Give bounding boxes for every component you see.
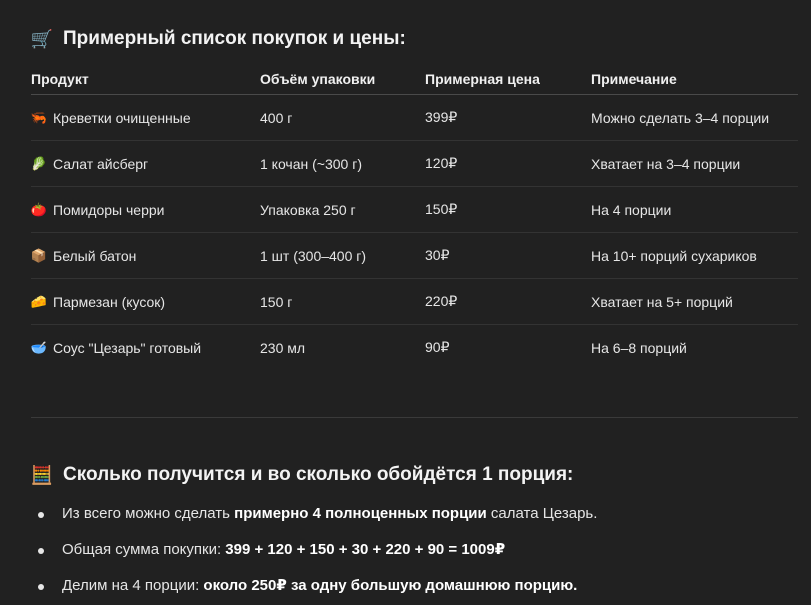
package-size: Упаковка 250 г [260, 186, 425, 233]
section-title: Сколько получится и во сколько обойдётся… [63, 464, 574, 485]
sauce-bowl-icon: 🥣 [30, 340, 48, 355]
table-row: 🦐 Креветки очищенные 400 г 399₽ Можно сде… [30, 94, 798, 141]
product-name: Помидоры черри [53, 202, 165, 218]
shrimp-icon: 🦐 [30, 110, 48, 125]
section-heading-portion-cost: 🧮 Сколько получится и во сколько обойдёт… [30, 464, 574, 486]
lettuce-icon: 🥬 [30, 156, 48, 171]
price: 90₽ [425, 339, 450, 355]
package-size: 400 г [260, 94, 425, 141]
cheese-icon: 🧀 [30, 294, 48, 309]
column-header-package: Объём упаковки [260, 63, 425, 95]
list-item-text: Из всего можно сделать [62, 505, 235, 522]
table-row: 🍅 Помидоры черри Упаковка 250 г 150₽ На 4… [30, 186, 798, 233]
note: Хватает на 3–4 порции [591, 140, 798, 187]
column-header-product: Продукт [31, 63, 260, 95]
abacus-icon: 🧮 [30, 464, 54, 485]
package-icon: 📦 [30, 248, 48, 263]
product-name: Пармезан (кусок) [53, 294, 166, 310]
section-divider [31, 417, 798, 418]
column-header-price: Примерная цена [425, 63, 591, 95]
section-heading-shopping-list: 🛒 Примерный список покупок и цены: [31, 28, 406, 50]
price: 399₽ [425, 94, 591, 141]
chat-message: 🛒 Примерный список покупок и цены: Проду… [0, 0, 811, 605]
list-item-bold: 399 + 120 + 150 + 30 + 220 + 90 = 1009₽ [225, 541, 506, 558]
column-header-note: Примечание [591, 63, 798, 95]
package-size: 150 г [260, 278, 425, 325]
section-title: Примерный список покупок и цены: [63, 28, 406, 49]
table-row: 🥬 Салат айсберг 1 кочан (~300 г) 120₽ Хва… [30, 140, 798, 187]
summary-list: Из всего можно сделать примерно 4 полноц… [31, 502, 597, 605]
package-size: 1 шт (300–400 г) [260, 232, 425, 279]
list-item-text: салата Цезарь. [486, 505, 598, 522]
product-name: Белый батон [53, 248, 137, 264]
package-size: 1 кочан (~300 г) [260, 140, 425, 187]
tomato-icon: 🍅 [30, 202, 48, 217]
list-item-bold: примерно 4 полноценных порции [234, 505, 487, 522]
shopping-cart-icon: 🛒 [30, 28, 54, 49]
list-item-text: Общая сумма покупки: [62, 541, 226, 558]
package-size: 230 мл [260, 339, 306, 356]
list-item: Общая сумма покупки: 399 + 120 + 150 + 3… [31, 538, 597, 574]
list-item: Из всего можно сделать примерно 4 полноц… [31, 502, 597, 538]
note: На 6–8 порций [591, 339, 687, 356]
note: Можно сделать 3–4 порции [591, 94, 798, 141]
list-item: Делим на 4 порции: около 250₽ за одну бо… [31, 574, 597, 605]
price: 30₽ [425, 232, 591, 279]
table-row: 🧀 Пармезан (кусок) 150 г 220₽ Хватает на … [30, 278, 798, 325]
price: 220₽ [425, 278, 591, 325]
table-header-row: Продукт Объём упаковки Примерная цена Пр… [31, 63, 798, 95]
list-item-bold: около 250₽ за одну большую домашнюю порц… [203, 577, 578, 594]
note: На 4 порции [591, 186, 798, 233]
price: 150₽ [425, 186, 591, 233]
product-name: Соус "Цезарь" готовый [53, 340, 202, 356]
product-name: Салат айсберг [53, 156, 149, 172]
product-name: Креветки очищенные [53, 110, 191, 126]
table-row: 📦 Белый батон 1 шт (300–400 г) 30₽ На 10+… [30, 232, 798, 279]
price: 120₽ [425, 140, 591, 187]
price-table: Продукт Объём упаковки Примерная цена Пр… [31, 63, 798, 370]
note: Хватает на 5+ порций [591, 278, 798, 325]
table-row: 🥣 Соус "Цезарь" готовый 230 мл 90₽ На 6–8… [31, 325, 798, 371]
note: На 10+ порций сухариков [591, 232, 798, 279]
list-item-text: Делим на 4 порции: [62, 577, 204, 594]
